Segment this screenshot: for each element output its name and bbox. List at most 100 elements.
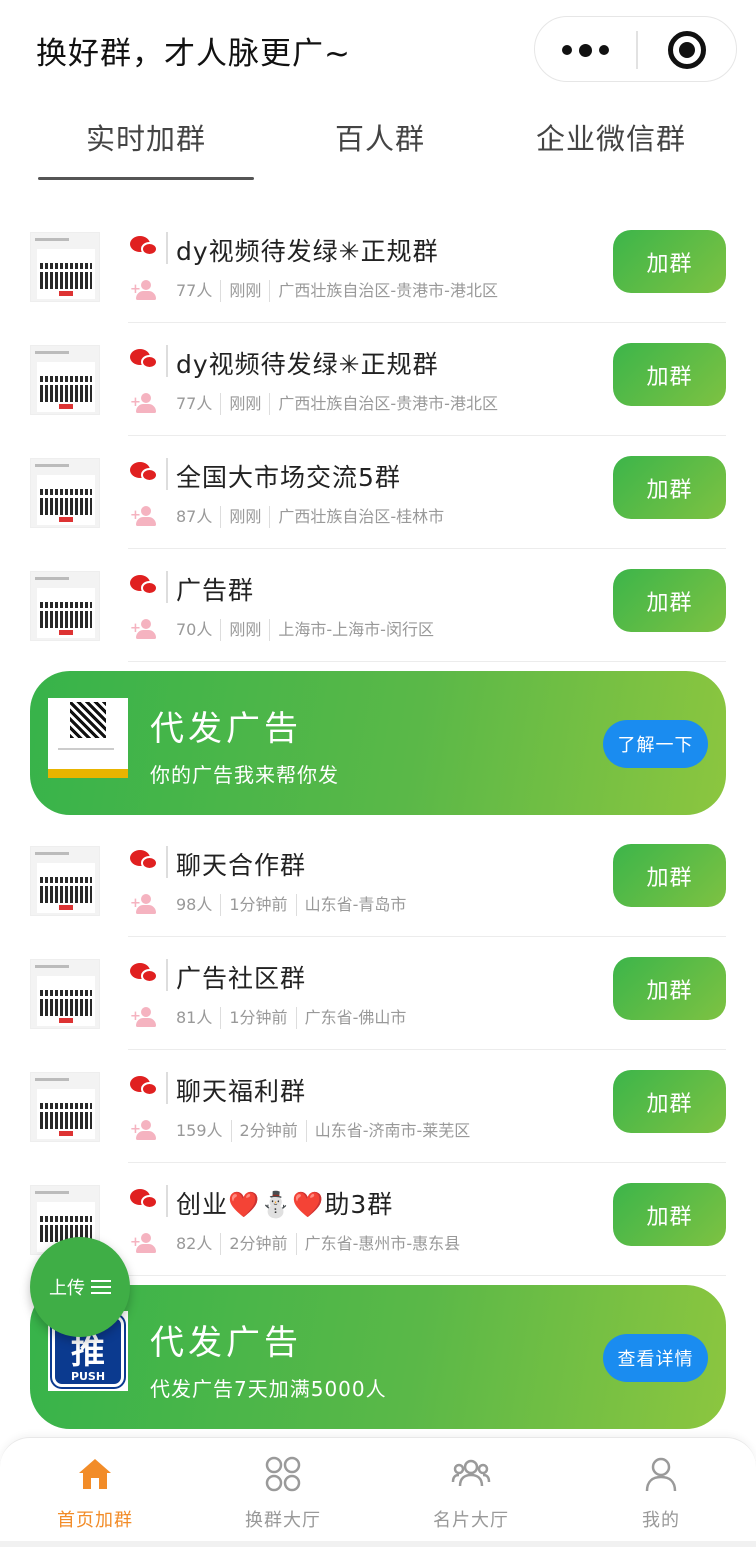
join-group-button[interactable]: 加群 xyxy=(613,1183,726,1246)
tab-enterprise-wechat[interactable]: 企业微信群 xyxy=(503,116,719,156)
upload-label: 上传 xyxy=(49,1278,85,1299)
home-icon xyxy=(75,1454,115,1494)
active-tab-indicator xyxy=(38,177,254,180)
ad-subtitle: 代发广告7天加满5000人 xyxy=(150,1377,387,1401)
wechat-icon xyxy=(130,963,158,985)
post-time: 2分钟前 xyxy=(230,1120,306,1142)
people-icon xyxy=(451,1454,491,1494)
wechat-icon xyxy=(130,349,158,371)
post-time: 刚刚 xyxy=(220,280,269,302)
row-divider xyxy=(128,660,726,662)
user-icon xyxy=(641,1454,681,1494)
group-meta: 70人 刚刚 上海市-上海市-闵行区 xyxy=(176,617,442,643)
group-location: 上海市-上海市-闵行区 xyxy=(269,619,442,641)
list-item[interactable]: 广告社区群 + 81人 1分钟前 广东省-佛山市 加群 xyxy=(0,937,756,1050)
group-meta: 159人 2分钟前 山东省-济南市-莱芜区 xyxy=(176,1118,478,1144)
group-qr-thumbnail xyxy=(30,232,100,302)
list-item[interactable]: dy视频待发绿✳正规群 + 77人 刚刚 广西壮族自治区-贵港市-港北区 加群 xyxy=(0,323,756,436)
group-name: dy视频待发绿✳正规群 xyxy=(176,350,439,379)
name-divider xyxy=(166,232,168,264)
group-qr-thumbnail xyxy=(30,959,100,1029)
add-user-icon: + xyxy=(130,894,158,914)
group-name: 广告群 xyxy=(176,576,255,605)
home-indicator-area xyxy=(0,1541,756,1547)
join-group-button[interactable]: 加群 xyxy=(613,957,726,1020)
wechat-icon xyxy=(130,1076,158,1098)
group-qr-thumbnail xyxy=(30,1072,100,1142)
add-user-icon: + xyxy=(130,1120,158,1140)
more-options-icon[interactable] xyxy=(535,17,635,83)
ad-subtitle: 你的广告我来帮你发 xyxy=(150,763,339,787)
group-qr-thumbnail xyxy=(30,458,100,528)
tab-hundred-group[interactable]: 百人群 xyxy=(272,116,488,156)
group-meta: 82人 2分钟前 广东省-惠州市-惠东县 xyxy=(176,1231,468,1257)
tabbar-label: 首页加群 xyxy=(57,1510,133,1531)
page-title: 换好群，才人脉更广~ xyxy=(36,36,351,72)
name-divider xyxy=(166,1072,168,1104)
post-time: 2分钟前 xyxy=(220,1233,295,1255)
row-divider xyxy=(128,1274,726,1276)
close-target-icon[interactable] xyxy=(668,31,706,69)
member-count: 159人 xyxy=(176,1121,223,1140)
wechat-icon xyxy=(130,575,158,597)
group-meta: 81人 1分钟前 广东省-佛山市 xyxy=(176,1005,414,1031)
ad-banner-push[interactable]: 推 PUSH 代发广告 代发广告7天加满5000人 查看详情 xyxy=(30,1285,726,1429)
add-user-icon: + xyxy=(130,1233,158,1253)
ad-qr-image xyxy=(48,698,128,778)
post-time: 1分钟前 xyxy=(220,894,295,916)
ad-banner-agent-post[interactable]: 代发广告 你的广告我来帮你发 了解一下 xyxy=(30,671,726,815)
group-location: 广东省-佛山市 xyxy=(295,1007,415,1029)
bottom-tab-bar: 首页加群 换群大厅 名片大厅 我的 xyxy=(0,1437,756,1547)
tabbar-group-hall[interactable]: 换群大厅 xyxy=(213,1454,353,1532)
tabbar-card-hall[interactable]: 名片大厅 xyxy=(401,1454,541,1532)
group-name: 聊天福利群 xyxy=(176,1077,307,1106)
wechat-icon xyxy=(130,236,158,258)
tabbar-label: 换群大厅 xyxy=(245,1510,321,1531)
grid-icon xyxy=(263,1454,303,1494)
post-time: 刚刚 xyxy=(220,619,269,641)
wechat-icon xyxy=(130,1189,158,1211)
name-divider xyxy=(166,345,168,377)
member-count: 98人 xyxy=(176,895,213,914)
list-item[interactable]: 聊天福利群 + 159人 2分钟前 山东省-济南市-莱芜区 加群 xyxy=(0,1050,756,1163)
name-divider xyxy=(166,571,168,603)
group-name: 创业❤️⛄❤️助3群 xyxy=(176,1190,394,1219)
category-tabs: 实时加群 百人群 企业微信群 xyxy=(0,100,756,190)
ad-title: 代发广告 xyxy=(150,1323,302,1363)
join-group-button[interactable]: 加群 xyxy=(613,343,726,406)
menu-icon xyxy=(91,1280,111,1294)
list-item[interactable]: 聊天合作群 + 98人 1分钟前 山东省-青岛市 加群 xyxy=(0,824,756,937)
member-count: 81人 xyxy=(176,1008,213,1027)
group-location: 广西壮族自治区-桂林市 xyxy=(269,506,452,528)
add-user-icon: + xyxy=(130,1007,158,1027)
join-group-button[interactable]: 加群 xyxy=(613,844,726,907)
group-qr-thumbnail xyxy=(30,571,100,641)
list-item[interactable]: dy视频待发绿✳正规群 + 77人 刚刚 广西壮族自治区-贵港市-港北区 加群 xyxy=(0,210,756,323)
group-name: 广告社区群 xyxy=(176,964,307,993)
learn-more-button[interactable]: 了解一下 xyxy=(603,720,708,768)
add-user-icon: + xyxy=(130,506,158,526)
tabbar-mine[interactable]: 我的 xyxy=(591,1454,731,1532)
join-group-button[interactable]: 加群 xyxy=(613,456,726,519)
push-logo-sub-text: PUSH xyxy=(70,1370,106,1383)
join-group-button[interactable]: 加群 xyxy=(613,1070,726,1133)
add-user-icon: + xyxy=(130,280,158,300)
post-time: 刚刚 xyxy=(220,506,269,528)
upload-button[interactable]: 上传 xyxy=(30,1237,130,1337)
tabbar-home[interactable]: 首页加群 xyxy=(25,1454,165,1532)
post-time: 1分钟前 xyxy=(220,1007,295,1029)
list-item[interactable]: 全国大市场交流5群 + 87人 刚刚 广西壮族自治区-桂林市 加群 xyxy=(0,436,756,549)
name-divider xyxy=(166,458,168,490)
add-user-icon: + xyxy=(130,619,158,639)
join-group-button[interactable]: 加群 xyxy=(613,569,726,632)
tab-realtime-join[interactable]: 实时加群 xyxy=(38,116,254,156)
group-qr-thumbnail xyxy=(30,345,100,415)
join-group-button[interactable]: 加群 xyxy=(613,230,726,293)
member-count: 87人 xyxy=(176,507,213,526)
list-item[interactable]: 广告群 + 70人 刚刚 上海市-上海市-闵行区 加群 xyxy=(0,549,756,662)
tabbar-label: 我的 xyxy=(642,1510,680,1531)
view-details-button[interactable]: 查看详情 xyxy=(603,1334,708,1382)
member-count: 77人 xyxy=(176,281,213,300)
group-location: 广西壮族自治区-贵港市-港北区 xyxy=(269,280,506,302)
member-count: 77人 xyxy=(176,394,213,413)
